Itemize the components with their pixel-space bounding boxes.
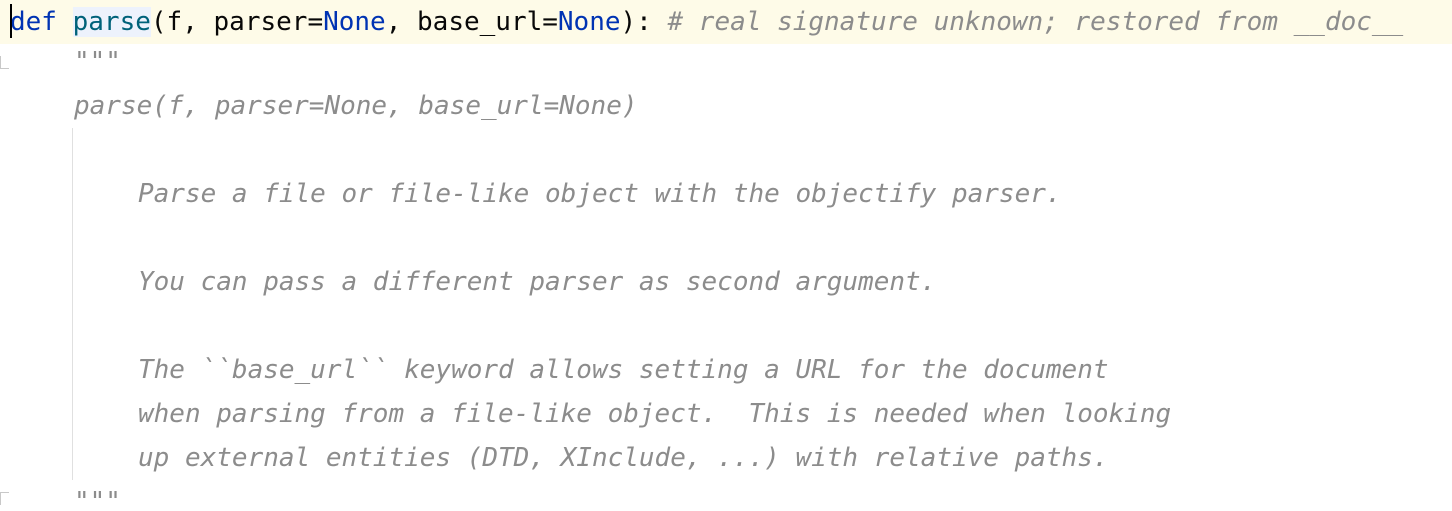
- code-line-2[interactable]: """: [0, 40, 121, 84]
- code-line-1[interactable]: def parse(f, parser=None, base_url=None)…: [0, 0, 1452, 44]
- code-line-7[interactable]: You can pass a different parser as secon…: [0, 260, 936, 304]
- docstring-description-3b: when parsing from a file-like object. Th…: [138, 399, 1172, 429]
- keyword-def: def: [10, 7, 57, 37]
- code-line-9[interactable]: The ``base_url`` keyword allows setting …: [0, 348, 1109, 392]
- code-line-11[interactable]: up external entities (DTD, XInclude, ...…: [0, 436, 1109, 480]
- none-constant-2: None: [557, 7, 621, 37]
- code-line-10[interactable]: when parsing from a file-like object. Th…: [0, 392, 1171, 436]
- docstring-description-1: Parse a file or file-like object with th…: [138, 179, 1062, 209]
- params-part-1: (f, parser=: [150, 7, 324, 37]
- docstring-signature: parse(f, parser=None, base_url=None): [74, 91, 638, 121]
- params-close: ):: [620, 7, 668, 37]
- params-part-2: , base_url=: [385, 7, 558, 37]
- docstring-open: """: [74, 47, 121, 77]
- signature-comment: # real signature unknown; restored from …: [667, 7, 1404, 37]
- code-line-3[interactable]: parse(f, parser=None, base_url=None): [0, 84, 638, 128]
- docstring-description-3a: The ``base_url`` keyword allows setting …: [138, 355, 1109, 385]
- code-editor[interactable]: def parse(f, parser=None, base_url=None)…: [0, 0, 1452, 511]
- docstring-description-3c: up external entities (DTD, XInclude, ...…: [138, 443, 1109, 473]
- docstring-description-2: You can pass a different parser as secon…: [138, 267, 937, 297]
- code-line-12[interactable]: """: [0, 480, 121, 511]
- function-name[interactable]: parse: [72, 7, 151, 37]
- text-caret: [10, 4, 12, 38]
- docstring-close: """: [74, 487, 121, 511]
- none-constant-1: None: [323, 7, 386, 37]
- code-line-5[interactable]: Parse a file or file-like object with th…: [0, 172, 1062, 216]
